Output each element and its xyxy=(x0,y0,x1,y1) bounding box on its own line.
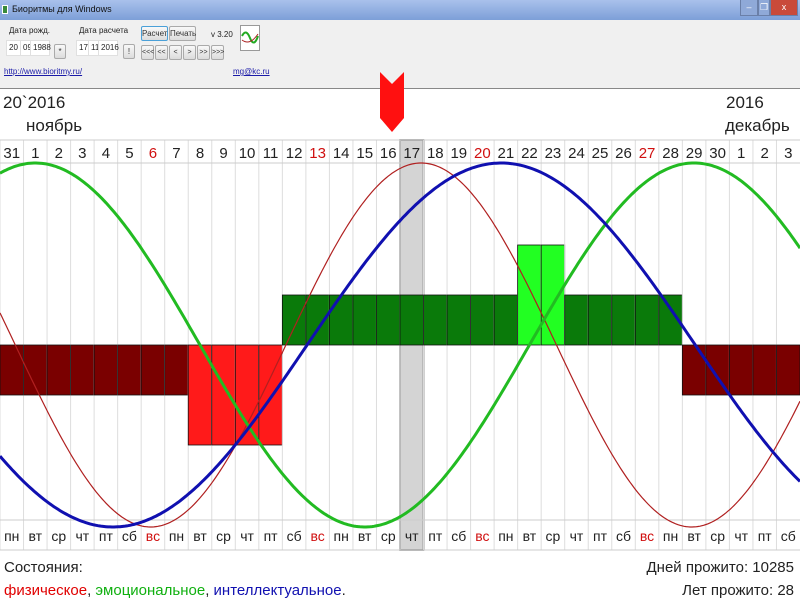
right-year: 2016 xyxy=(726,93,764,112)
nav-button-1[interactable]: << xyxy=(155,45,168,60)
legend-emotional: эмоциональное xyxy=(95,582,206,599)
status-label: Состояния: xyxy=(4,559,83,576)
legend-physical: физическое xyxy=(4,582,88,599)
legend-sep: , xyxy=(205,582,214,599)
legend-end: . xyxy=(341,582,346,599)
right-month: декабрь xyxy=(725,116,790,135)
calc-year-field[interactable]: 2016 xyxy=(98,40,119,56)
birth-day-field[interactable]: 20 xyxy=(6,40,21,56)
birth-year-field[interactable]: 1988 xyxy=(30,40,51,56)
days-lived: Дней прожито: 10285 xyxy=(646,559,794,576)
minimize-button[interactable]: – xyxy=(740,0,758,16)
nav-button-5[interactable]: >>> xyxy=(211,45,224,60)
nav-button-3[interactable]: > xyxy=(183,45,196,60)
calc-date-label: Дата расчета xyxy=(79,26,129,35)
birth-date-label: Дата рожд. xyxy=(9,26,50,35)
nav-button-2[interactable]: < xyxy=(169,45,182,60)
app-icon xyxy=(2,5,8,14)
restore-button[interactable]: ❐ xyxy=(758,0,770,16)
nav-button-4[interactable]: >> xyxy=(197,45,210,60)
app-logo-icon xyxy=(240,25,260,51)
biorhythm-chart: 20`2016 ноябрь 2016 декабрь Состояния: ф… xyxy=(0,88,800,600)
close-button[interactable]: x xyxy=(770,0,798,16)
left-year: 20`2016 xyxy=(3,93,66,112)
window-title: Биоритмы для Windows xyxy=(12,4,112,14)
nav-button-0[interactable]: <<< xyxy=(141,45,154,60)
legend-intellectual: интеллектуальное xyxy=(213,582,342,599)
calculate-button[interactable]: Расчет xyxy=(141,26,168,41)
print-button[interactable]: Печать xyxy=(169,26,196,41)
status-legend: физическое, эмоциональное, интеллектуаль… xyxy=(4,582,346,599)
title-bar: Биоритмы для Windows – ❐ x xyxy=(0,0,800,20)
left-month: ноябрь xyxy=(26,116,83,135)
years-lived: Лет прожито: 28 xyxy=(682,582,794,599)
site-link[interactable]: http://www.bioritmy.ru/ xyxy=(4,67,82,76)
version-label: v 3.20 xyxy=(211,30,233,39)
today-button[interactable]: ! xyxy=(123,44,135,59)
birth-date-button[interactable]: * xyxy=(54,44,66,59)
email-link[interactable]: mg@kc.ru xyxy=(233,67,270,76)
